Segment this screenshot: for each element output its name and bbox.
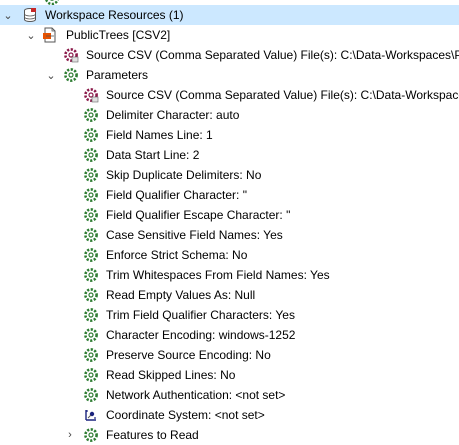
- tree-row-source-dataset[interactable]: Source CSV (Comma Separated Value) File(…: [0, 45, 459, 65]
- param-label: Delimiter Character: auto: [106, 105, 239, 125]
- param-row-network-auth[interactable]: Network Authentication: <not set>: [0, 385, 459, 405]
- param-label: Field Qualifier Escape Character: ": [106, 205, 290, 225]
- database-icon: [22, 7, 38, 23]
- param-label: Read Skipped Lines: No: [106, 365, 235, 385]
- gear-icon: [83, 427, 99, 443]
- gear-icon: [83, 247, 99, 263]
- chevron-down-icon[interactable]: ⌄: [45, 65, 57, 85]
- gear-icon: [83, 307, 99, 323]
- tree-row-reader[interactable]: ⌄ PublicTrees [CSV2]: [0, 25, 459, 45]
- param-label: Source CSV (Comma Separated Value) File(…: [106, 85, 459, 105]
- gear-icon: [83, 207, 99, 223]
- param-row-case-sensitive[interactable]: Case Sensitive Field Names: Yes: [0, 225, 459, 245]
- param-label: Data Start Line: 2: [106, 145, 199, 165]
- param-row-coordinate-system[interactable]: Coordinate System: <not set>: [0, 405, 459, 425]
- param-label: Enforce Strict Schema: No: [106, 245, 247, 265]
- chevron-down-icon[interactable]: ⌄: [25, 25, 37, 45]
- param-row-read-empty-values[interactable]: Read Empty Values As: Null: [0, 285, 459, 305]
- param-row-trim-whitespaces[interactable]: Trim Whitespaces From Field Names: Yes: [0, 265, 459, 285]
- param-row-read-skipped-lines[interactable]: Read Skipped Lines: No: [0, 365, 459, 385]
- gear-icon: [83, 147, 99, 163]
- tree-row-features-to-read[interactable]: › Features to Read: [0, 425, 459, 445]
- param-row-preserve-encoding[interactable]: Preserve Source Encoding: No: [0, 345, 459, 365]
- gear-icon: [83, 227, 99, 243]
- param-row-trim-qualifier[interactable]: Trim Field Qualifier Characters: Yes: [0, 305, 459, 325]
- param-row-enforce-strict-schema[interactable]: Enforce Strict Schema: No: [0, 245, 459, 265]
- gear-icon: [83, 107, 99, 123]
- tree-label-parameters: Parameters: [86, 65, 148, 85]
- param-label: Trim Whitespaces From Field Names: Yes: [106, 265, 330, 285]
- dataset-gear-icon: [83, 87, 99, 103]
- tree-label-reader: PublicTrees [CSV2]: [66, 25, 170, 45]
- gear-icon: [83, 167, 99, 183]
- param-row-field-qualifier[interactable]: Field Qualifier Character: ": [0, 185, 459, 205]
- navigator-tree: ⌄ Workspace Resources (1) ⌄ PublicTrees …: [0, 0, 459, 442]
- coordinate-system-icon: [83, 407, 99, 423]
- param-row-field-qualifier-escape[interactable]: Field Qualifier Escape Character: ": [0, 205, 459, 225]
- gear-icon: [83, 387, 99, 403]
- param-label: Case Sensitive Field Names: Yes: [106, 225, 283, 245]
- gear-icon: [83, 327, 99, 343]
- tree-label-workspace-resources: Workspace Resources (1): [45, 5, 184, 25]
- tree-row-parameters[interactable]: ⌄ Parameters: [0, 65, 459, 85]
- param-label: Field Names Line: 1: [106, 125, 213, 145]
- gear-icon: [83, 367, 99, 383]
- gear-icon: [83, 127, 99, 143]
- param-row-source-files[interactable]: Source CSV (Comma Separated Value) File(…: [0, 85, 459, 105]
- chevron-down-icon[interactable]: ⌄: [2, 5, 14, 25]
- param-label: Skip Duplicate Delimiters: No: [106, 165, 261, 185]
- param-label: Character Encoding: windows-1252: [106, 325, 295, 345]
- gear-icon: [83, 187, 99, 203]
- chevron-right-icon[interactable]: ›: [64, 425, 76, 445]
- param-label: Read Empty Values As: Null: [106, 285, 255, 305]
- gear-icon: [83, 347, 99, 363]
- tree-row-workspace-resources[interactable]: ⌄ Workspace Resources (1): [0, 5, 459, 25]
- param-row-delimiter[interactable]: Delimiter Character: auto: [0, 105, 459, 125]
- csv-file-icon: [42, 27, 58, 43]
- param-row-data-start-line[interactable]: Data Start Line: 2: [0, 145, 459, 165]
- gear-icon: [63, 67, 79, 83]
- param-label: Trim Field Qualifier Characters: Yes: [106, 305, 295, 325]
- param-label: Preserve Source Encoding: No: [106, 345, 271, 365]
- gear-icon: [83, 287, 99, 303]
- param-row-character-encoding[interactable]: Character Encoding: windows-1252: [0, 325, 459, 345]
- param-label: Field Qualifier Character: ": [106, 185, 247, 205]
- tree-label-source-dataset: Source CSV (Comma Separated Value) File(…: [86, 45, 459, 65]
- gear-icon: [83, 267, 99, 283]
- param-label: Network Authentication: <not set>: [106, 385, 285, 405]
- param-row-skip-duplicate-delimiters[interactable]: Skip Duplicate Delimiters: No: [0, 165, 459, 185]
- dataset-gear-icon: [63, 47, 79, 63]
- param-row-field-names-line[interactable]: Field Names Line: 1: [0, 125, 459, 145]
- param-label: Coordinate System: <not set>: [106, 405, 265, 425]
- tree-label-features-to-read: Features to Read: [106, 425, 199, 445]
